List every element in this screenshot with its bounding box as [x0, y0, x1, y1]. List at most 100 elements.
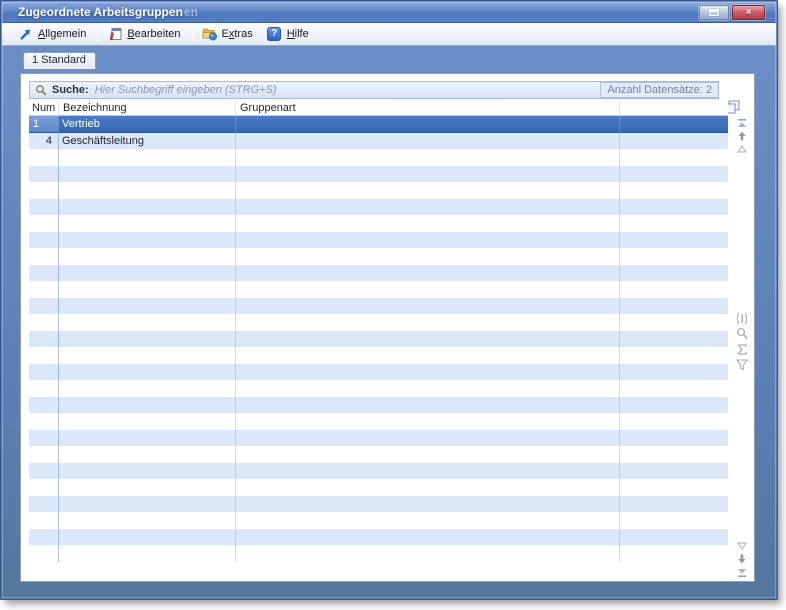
table-row-empty[interactable] [29, 512, 728, 529]
cell-filler [619, 248, 728, 265]
cell-num [29, 446, 58, 463]
cell-num [29, 265, 58, 282]
restore-button[interactable] [699, 5, 729, 20]
edit-document-icon [107, 27, 122, 42]
cell-gruppenart [235, 149, 619, 166]
titlebar[interactable]: Zugeordnete Arbeitsgruppenen × [2, 2, 776, 23]
scroll-down-alt-icon[interactable] [735, 540, 749, 552]
tab-standard[interactable]: 1 Standard [23, 52, 96, 69]
table-row-empty[interactable] [29, 232, 728, 249]
header-cell-gruppenart[interactable]: Gruppenart [235, 101, 619, 115]
table-row-empty[interactable] [29, 413, 728, 430]
cell-bezeichnung [58, 232, 235, 249]
table-row[interactable]: 4Geschäftsleitung [29, 133, 728, 150]
scroll-up-alt-icon[interactable] [735, 143, 749, 155]
cell-filler [619, 265, 728, 282]
cell-num [29, 248, 58, 265]
header-cell-num[interactable]: Num [29, 101, 58, 115]
toolbar-item-hilfe[interactable]: ? Hilfe [261, 25, 317, 44]
cell-gruppenart [235, 265, 619, 282]
cell-filler [619, 314, 728, 331]
table-row-empty[interactable] [29, 463, 728, 480]
window-title-ghost: en [184, 5, 198, 19]
close-icon: × [746, 7, 752, 18]
table-row-empty[interactable] [29, 347, 728, 364]
table-row-empty[interactable] [29, 298, 728, 315]
header-cell-bezeichnung[interactable]: Bezeichnung [58, 101, 235, 115]
cell-gruppenart [235, 463, 619, 480]
close-button[interactable]: × [732, 5, 765, 20]
cell-gruppenart [235, 364, 619, 381]
cell-gruppenart [235, 133, 619, 150]
cell-bezeichnung [58, 248, 235, 265]
table-row-empty[interactable] [29, 149, 728, 166]
cell-bezeichnung [58, 364, 235, 381]
cell-bezeichnung [58, 496, 235, 513]
cell-num [29, 281, 58, 298]
table-row[interactable]: 1Vertrieb [29, 116, 728, 133]
table-row-empty[interactable] [29, 199, 728, 216]
cell-bezeichnung [58, 331, 235, 348]
scroll-up-icon[interactable] [735, 130, 749, 142]
table-row-empty[interactable] [29, 446, 728, 463]
search-label: Suche: [52, 84, 89, 96]
cell-filler [619, 116, 728, 132]
cell-filler [619, 430, 728, 447]
cell-num [29, 479, 58, 496]
cell-filler [619, 463, 728, 480]
table-row-empty[interactable] [29, 529, 728, 546]
cell-bezeichnung [58, 397, 235, 414]
filter-icon[interactable] [735, 358, 749, 370]
table-row-empty[interactable] [29, 496, 728, 513]
cell-bezeichnung [58, 463, 235, 480]
cell-bezeichnung [58, 545, 235, 562]
table-header: Num Bezeichnung Gruppenart [29, 101, 728, 116]
cell-bezeichnung [58, 529, 235, 546]
cell-filler [619, 298, 728, 315]
table-row-empty[interactable] [29, 248, 728, 265]
table-row-empty[interactable] [29, 364, 728, 381]
cell-filler [619, 545, 728, 562]
table-row-empty[interactable] [29, 331, 728, 348]
scroll-down-icon[interactable] [735, 553, 749, 565]
table-row-empty[interactable] [29, 479, 728, 496]
table-body: 1Vertrieb4Geschäftsleitung [29, 116, 728, 562]
cell-gruppenart [235, 347, 619, 364]
cell-num [29, 529, 58, 546]
table-row-empty[interactable] [29, 215, 728, 232]
search-input[interactable] [95, 83, 601, 97]
scroll-to-bottom-icon[interactable] [735, 566, 749, 578]
table-row-empty[interactable] [29, 182, 728, 199]
cell-bezeichnung [58, 265, 235, 282]
cell-gruppenart [235, 413, 619, 430]
table-row-empty[interactable] [29, 430, 728, 447]
table-row-empty[interactable] [29, 265, 728, 282]
table-row-empty[interactable] [29, 281, 728, 298]
sum-icon[interactable] [735, 343, 749, 355]
cell-gruppenart [235, 331, 619, 348]
cell-num [29, 314, 58, 331]
columns-icon[interactable] [735, 312, 749, 324]
table-row-empty[interactable] [29, 380, 728, 397]
table-row-empty[interactable] [29, 545, 728, 562]
toolbar-label: Allgemein [38, 28, 86, 40]
cell-gruppenart [235, 512, 619, 529]
cell-gruppenart [235, 397, 619, 414]
search-bar[interactable]: Suche: Anzahl Datensätze: 2 [29, 81, 719, 99]
toolbar-item-bearbeiten[interactable]: Bearbeiten [101, 25, 188, 44]
cell-gruppenart [235, 248, 619, 265]
cell-filler [619, 512, 728, 529]
toolbar-item-allgemein[interactable]: Allgemein [12, 25, 94, 44]
grid-nav-strip [730, 116, 754, 571]
table-row-empty[interactable] [29, 397, 728, 414]
cell-num [29, 380, 58, 397]
table-row-empty[interactable] [29, 314, 728, 331]
cell-bezeichnung [58, 281, 235, 298]
cell-filler [619, 281, 728, 298]
table-row-empty[interactable] [29, 166, 728, 183]
cell-num [29, 430, 58, 447]
toolbar-item-extras[interactable]: Extras [196, 25, 261, 44]
scroll-to-top-icon[interactable] [735, 118, 749, 130]
toolbar-label: Hilfe [287, 28, 309, 40]
zoom-icon[interactable] [735, 327, 749, 339]
